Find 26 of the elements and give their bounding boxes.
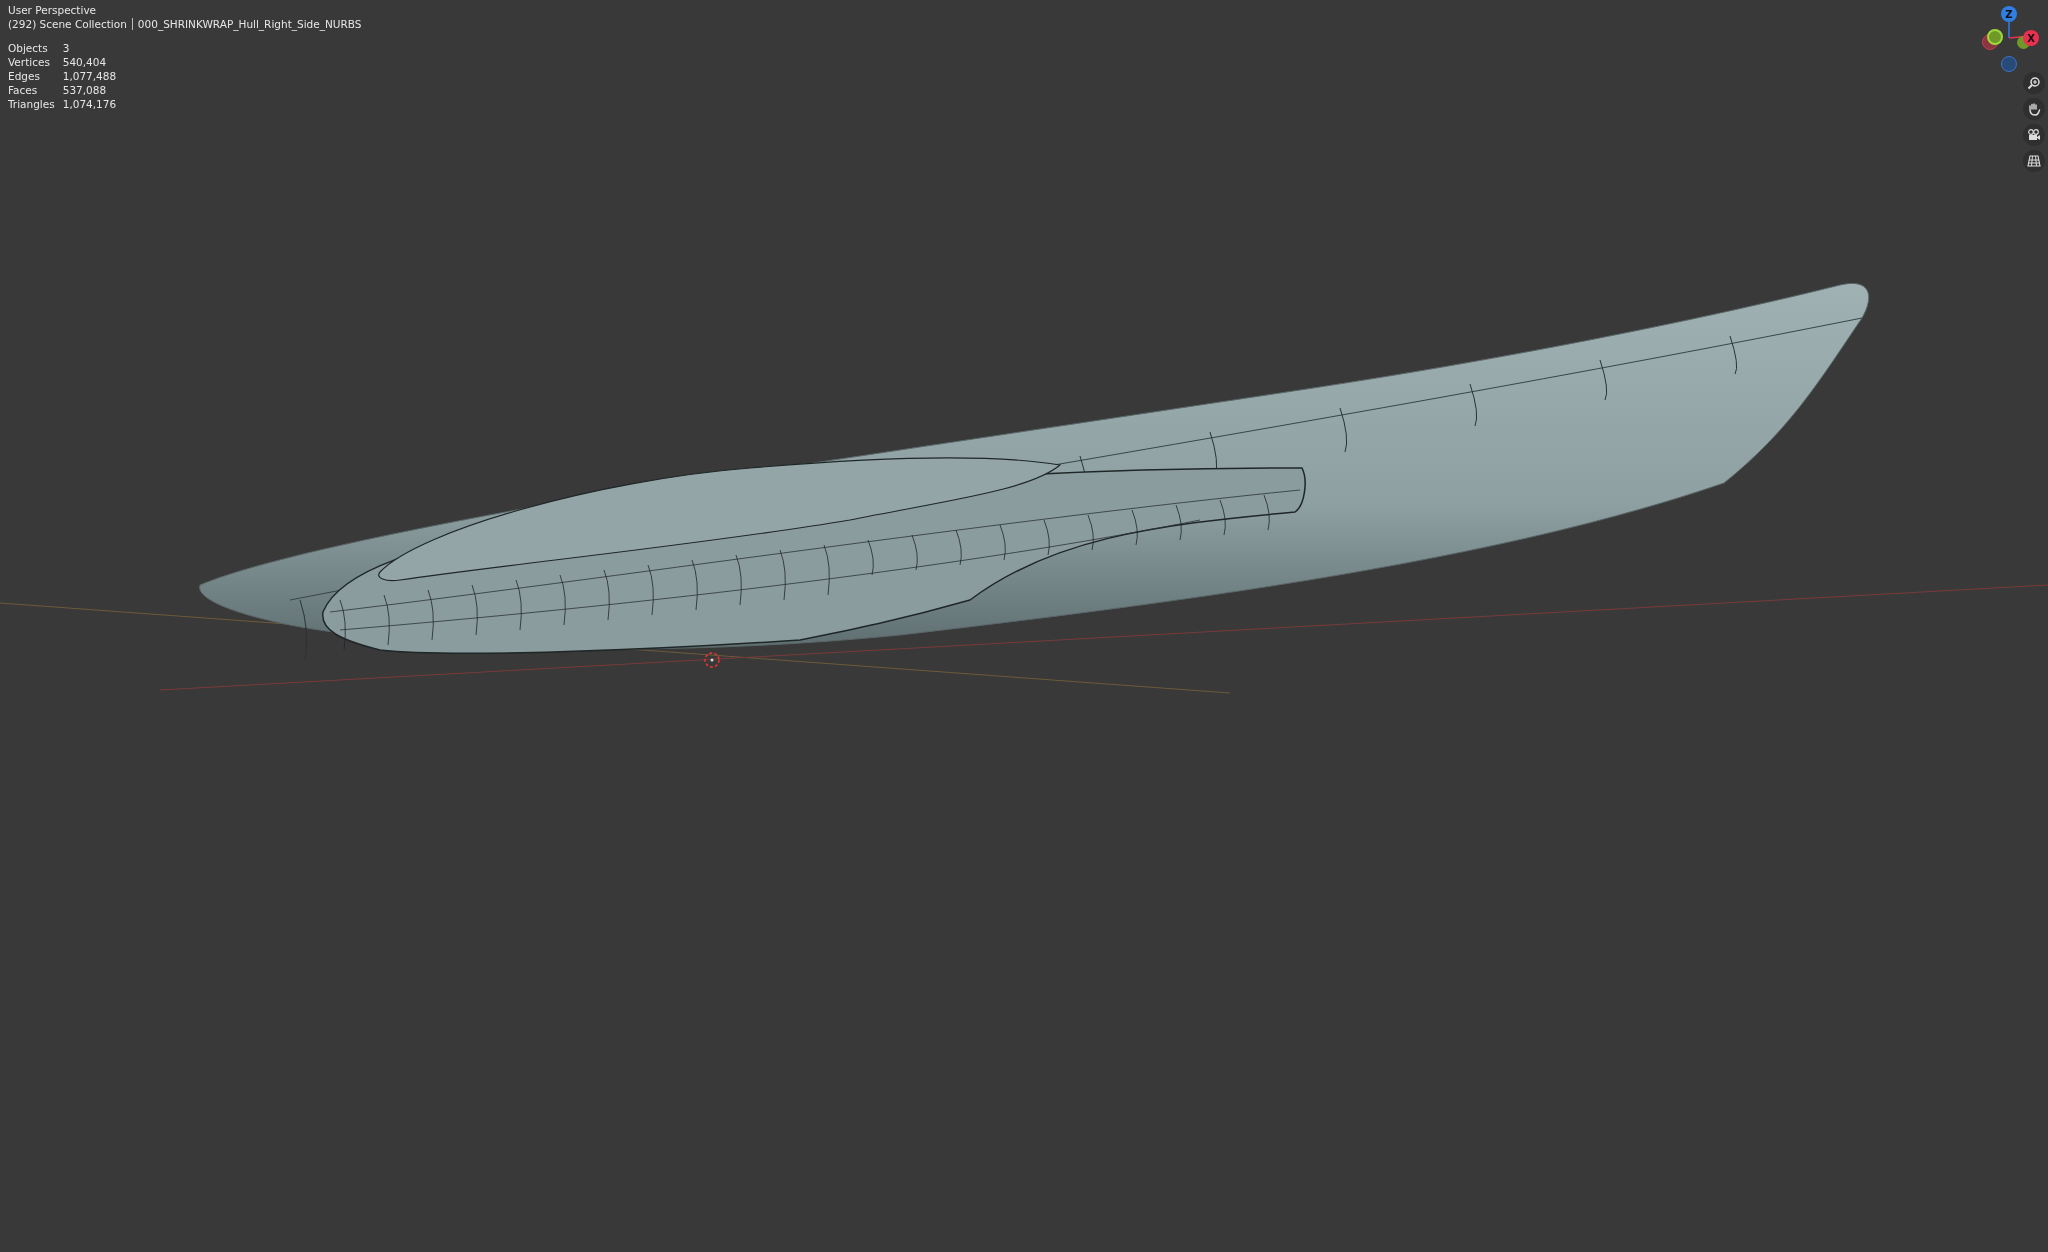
3d-cursor-icon [704,652,720,668]
statistic-value: 540,404 [62,56,108,68]
camera-button[interactable] [2023,124,2045,146]
grid-button[interactable] [2023,150,2045,172]
axis-ball[interactable]: X [2023,30,2039,46]
grid-icon [2027,154,2041,168]
negative-z-axis-ball[interactable] [2001,56,2017,72]
statistic-value: 537,088 [62,84,108,96]
statistic-value: 1,077,488 [62,70,117,82]
statistic-label: Objects [8,42,49,54]
camera-icon [2027,128,2041,142]
hand-icon [2027,102,2041,116]
axis-ball[interactable]: Z [2001,6,2017,22]
object-name: 000_SHRINKWRAP_Hull_Right_Side_NURBS [137,18,362,30]
pan-button[interactable] [2023,98,2045,120]
view-name: User Perspective [8,4,98,16]
statistic-value: 3 [62,42,71,54]
statistic-label: Faces [8,84,39,96]
y-axis-ball[interactable] [1987,29,2003,45]
zoom-icon [2027,76,2041,90]
statistic-label: Edges [8,70,41,82]
statistic-label: Vertices [8,56,51,68]
zoom-button[interactable] [2023,72,2045,94]
statistic-value: 1,074,176 [62,98,117,110]
collection-name: (292) Scene Collection [8,18,127,30]
statistic-label: Triangles [8,98,55,110]
